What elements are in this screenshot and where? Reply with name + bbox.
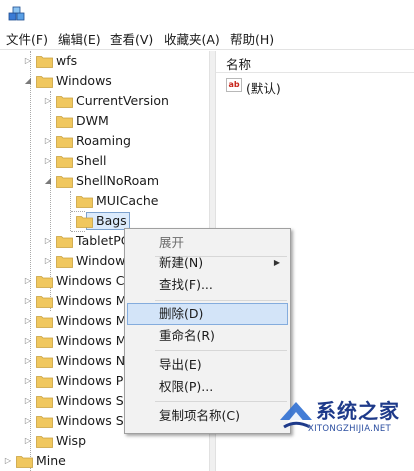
collapse-arrow-icon[interactable]: ◢: [22, 71, 34, 91]
watermark: 系统之家 XITONGZHIJIA.NET: [268, 392, 414, 438]
tree-item-label: wfs: [56, 53, 78, 68]
expand-arrow-icon[interactable]: ▷: [22, 331, 34, 351]
tree-item-label: Windows M: [56, 333, 127, 348]
menu-item-copy-key-name[interactable]: 复制项名称(C): [127, 405, 288, 427]
tree-item-label: Windows P: [56, 373, 124, 388]
tree-item-label: Wisp: [56, 433, 87, 448]
folder-icon: [36, 416, 53, 428]
expand-arrow-icon[interactable]: ▷: [42, 251, 54, 271]
tree-item-label: ShellNoRoam: [76, 173, 160, 188]
column-header-name[interactable]: 名称: [216, 51, 414, 73]
tree-guide-line: [71, 211, 85, 212]
expand-arrow-icon[interactable]: ▷: [42, 231, 54, 251]
tree-item-label: Bags: [96, 213, 127, 228]
menu-item-label: 查找(F)...: [159, 277, 213, 292]
folder-icon: [56, 256, 73, 268]
folder-icon: [56, 236, 73, 248]
menu-separator: [155, 300, 287, 301]
expand-arrow-icon[interactable]: ▷: [22, 371, 34, 391]
folder-icon: [56, 136, 73, 148]
folder-icon: [36, 376, 53, 388]
folder-icon: [56, 156, 73, 168]
menu-item-permissions[interactable]: 权限(P)...: [127, 376, 288, 398]
tree-item-label: Windows M: [56, 293, 127, 308]
menu-item-find[interactable]: 查找(F)...: [127, 274, 288, 296]
menu-item-expand[interactable]: 展开: [127, 232, 288, 254]
tree-item-label: Windows: [56, 73, 112, 88]
tree-item-label: Windows S: [56, 413, 124, 428]
expand-arrow-icon[interactable]: ▷: [22, 311, 34, 331]
expand-arrow-icon[interactable]: ▷: [42, 131, 54, 151]
expand-arrow-icon[interactable]: ▷: [22, 271, 34, 291]
folder-icon: [56, 176, 73, 188]
menu-help[interactable]: 帮助(H): [228, 31, 276, 49]
watermark-subtitle: XITONGZHIJIA.NET: [308, 424, 391, 434]
tree-item-label: Windows C: [56, 273, 125, 288]
folder-icon: [36, 316, 53, 328]
menu-item-label: 导出(E): [159, 357, 202, 372]
folder-icon: [76, 216, 93, 228]
tree-item-label: DWM: [76, 113, 109, 128]
menu-item-label: 复制项名称(C): [159, 408, 240, 423]
folder-icon: [36, 76, 53, 88]
string-value-icon: ab: [226, 78, 242, 92]
folder-icon: [56, 96, 73, 108]
submenu-arrow-icon: ▶: [273, 258, 280, 267]
folder-icon: [16, 456, 33, 468]
menu-item-label: 删除(D): [159, 306, 204, 321]
menu-separator: [155, 350, 287, 351]
tree-item-label: Roaming: [76, 133, 131, 148]
tree-item-label: Shell: [76, 153, 107, 168]
menu-file[interactable]: 文件(F): [4, 31, 50, 49]
tree-item-label: Mine: [36, 453, 66, 468]
folder-icon: [36, 336, 53, 348]
expand-arrow-icon[interactable]: ▷: [22, 431, 34, 451]
folder-icon: [36, 396, 53, 408]
context-menu: 展开 新建(N) ▶ 查找(F)... 删除(D) 重命名(R) 导出(E) 权限…: [124, 228, 291, 434]
folder-icon: [36, 436, 53, 448]
value-row[interactable]: ab (默认): [222, 77, 412, 96]
tree-item-label: Windows S: [56, 393, 124, 408]
watermark-title: 系统之家: [316, 399, 400, 423]
folder-icon: [36, 356, 53, 368]
menu-item-label: 权限(P)...: [159, 379, 214, 394]
folder-icon: [56, 116, 73, 128]
expand-arrow-icon[interactable]: ▷: [2, 451, 14, 471]
menu-item-label: 展开: [159, 235, 185, 250]
tree-item-label: Windows N: [56, 353, 126, 368]
expand-arrow-icon[interactable]: ▷: [22, 391, 34, 411]
menu-item-label: 重命名(R): [159, 328, 215, 343]
menu-item-export[interactable]: 导出(E): [127, 354, 288, 376]
expand-arrow-icon[interactable]: ▷: [22, 351, 34, 371]
menu-item-delete[interactable]: 删除(D): [127, 303, 288, 325]
expand-arrow-icon[interactable]: ▷: [42, 91, 54, 111]
tree-item-label: CurrentVersion: [76, 93, 169, 108]
menu-item-new[interactable]: 新建(N) ▶: [127, 252, 288, 274]
expand-arrow-icon[interactable]: ▷: [22, 51, 34, 71]
menu-item-label: 新建(N): [159, 255, 204, 270]
menu-favorites[interactable]: 收藏夹(A): [162, 31, 222, 49]
folder-icon: [36, 276, 53, 288]
folder-icon: [36, 56, 53, 68]
tree-item-label: Windows M: [56, 313, 127, 328]
menu-item-rename[interactable]: 重命名(R): [127, 325, 288, 347]
folder-icon: [36, 296, 53, 308]
expand-arrow-icon[interactable]: ▷: [22, 291, 34, 311]
title-bar: [0, 0, 414, 30]
tree-item-label: MUICache: [96, 193, 159, 208]
menu-edit[interactable]: 编辑(E): [56, 31, 103, 49]
menu-view[interactable]: 查看(V): [108, 31, 155, 49]
value-name: (默认): [246, 81, 281, 96]
collapse-arrow-icon[interactable]: ◢: [42, 171, 54, 191]
menu-bar: 文件(F) 编辑(E) 查看(V) 收藏夹(A) 帮助(H): [0, 30, 414, 50]
expand-arrow-icon[interactable]: ▷: [22, 411, 34, 431]
registry-editor-icon: [8, 6, 25, 21]
folder-icon: [76, 196, 93, 208]
column-header-label: 名称: [226, 57, 252, 72]
expand-arrow-icon[interactable]: ▷: [42, 151, 54, 171]
tree-item-label: TabletPC: [76, 233, 130, 248]
